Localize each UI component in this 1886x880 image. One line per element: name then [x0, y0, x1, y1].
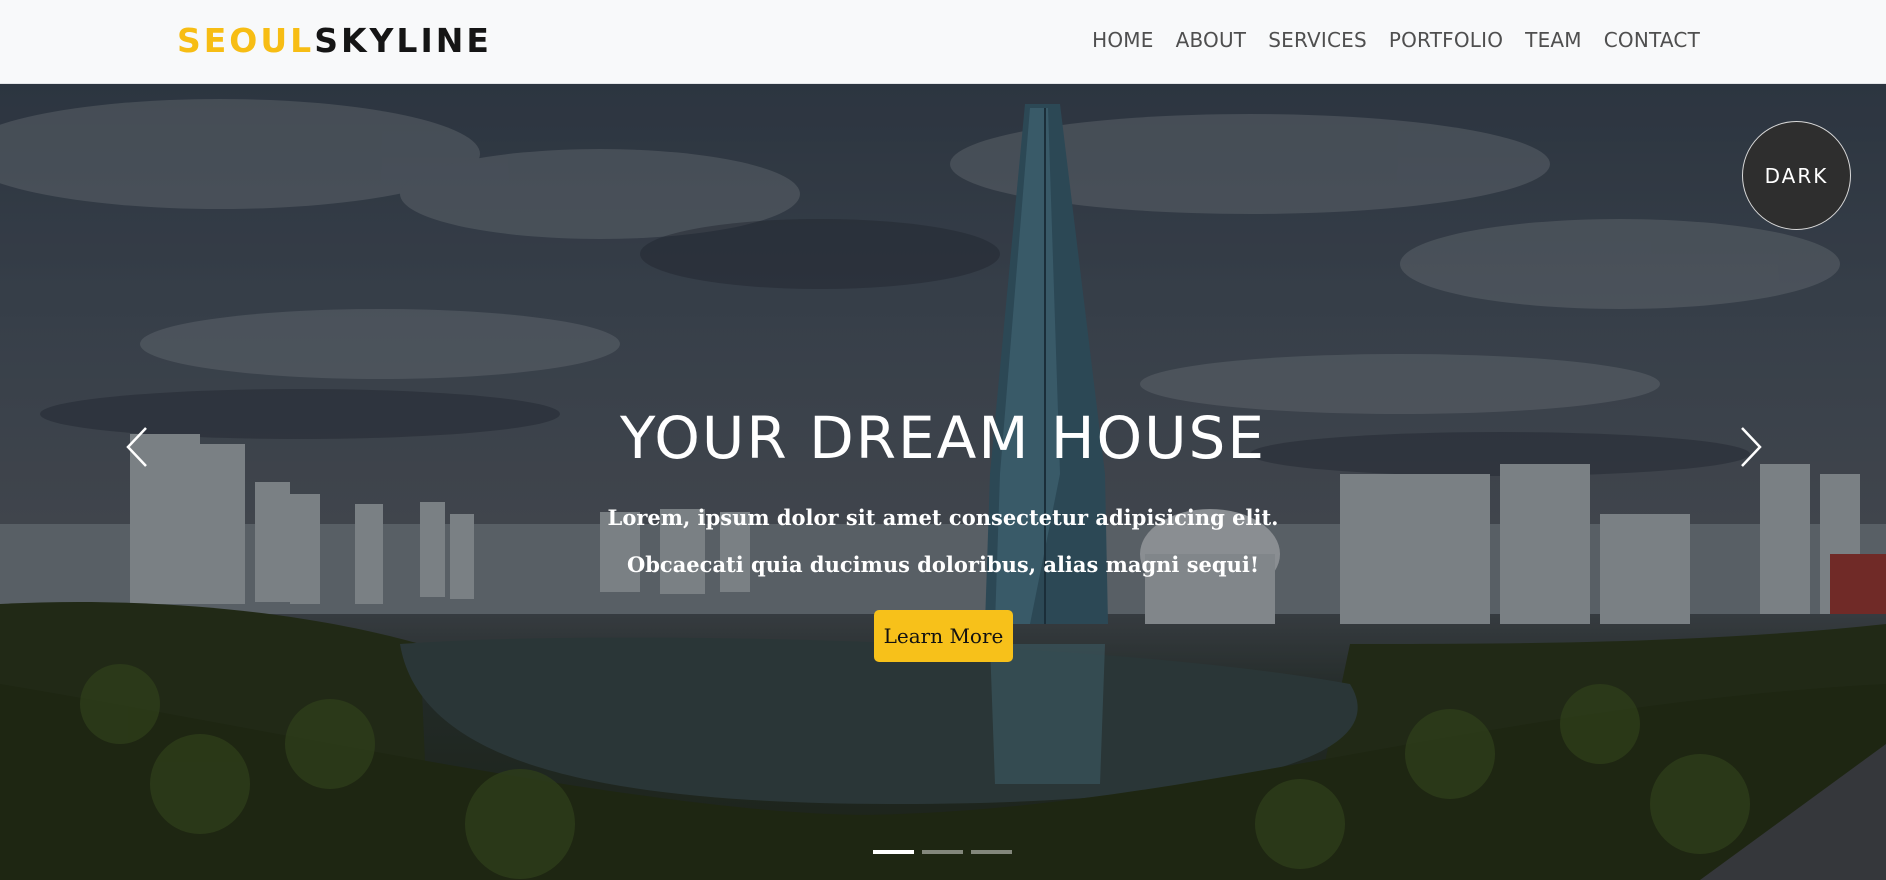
carousel-indicator-3[interactable]: [971, 850, 1012, 854]
brand-logo-part-2: SKYLINE: [314, 21, 492, 60]
brand-logo[interactable]: SEOULSKYLINE: [177, 21, 492, 61]
nav-link-team[interactable]: TEAM: [1525, 26, 1582, 54]
nav-link-contact[interactable]: CONTACT: [1604, 26, 1700, 54]
nav-link-services[interactable]: SERVICES: [1268, 26, 1367, 54]
nav-links: HOME ABOUT SERVICES PORTFOLIO TEAM CONTA…: [1092, 26, 1700, 54]
hero-title: YOUR DREAM HOUSE: [619, 404, 1267, 472]
learn-more-button[interactable]: Learn More: [874, 610, 1013, 662]
nav-link-about[interactable]: ABOUT: [1176, 26, 1247, 54]
carousel-indicator-2[interactable]: [922, 850, 963, 854]
nav-link-portfolio[interactable]: PORTFOLIO: [1389, 26, 1503, 54]
brand-logo-part-1: SEOUL: [177, 21, 315, 60]
carousel-indicator-1[interactable]: [873, 850, 914, 854]
hero-description: Lorem, ipsum dolor sit amet consectetur …: [607, 505, 1279, 577]
dark-mode-toggle-button[interactable]: DARK: [1742, 121, 1851, 230]
navbar: SEOULSKYLINE HOME ABOUT SERVICES PORTFOL…: [0, 0, 1886, 84]
hero-carousel: YOUR DREAM HOUSE Lorem, ipsum dolor sit …: [0, 84, 1886, 880]
carousel-indicators: [873, 850, 1012, 854]
hero-dark-overlay: [0, 84, 1886, 880]
nav-link-home[interactable]: HOME: [1092, 26, 1153, 54]
